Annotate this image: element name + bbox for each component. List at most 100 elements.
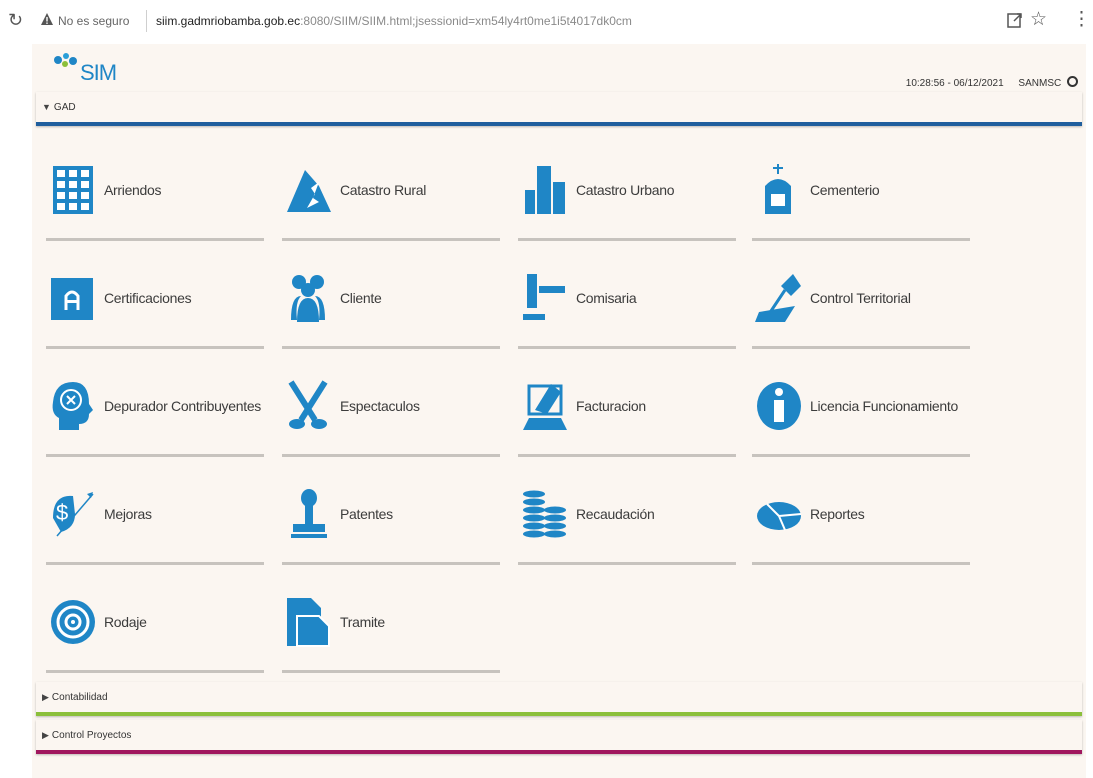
module-tile-mejoras[interactable]: $ Mejoras: [46, 464, 264, 572]
module-tile-reportes[interactable]: Reportes: [752, 464, 970, 572]
module-label: Tramite: [340, 614, 385, 630]
module-tile-patentes[interactable]: Patentes: [282, 464, 500, 572]
grid-building-icon: [53, 166, 93, 214]
datetime: 10:28:56 - 06/12/2021: [905, 78, 1004, 89]
svg-text:$: $: [56, 500, 68, 525]
section-contabilidad: ▶ Contabilidad: [36, 682, 1082, 716]
username[interactable]: SANMSC: [1018, 78, 1061, 89]
divider: [146, 10, 147, 32]
triangle-right-icon: ▶: [42, 730, 49, 740]
module-tile-catastro-urbano[interactable]: Catastro Urbano: [518, 140, 736, 248]
pin-map-icon: [755, 274, 801, 322]
module-tile-comisaria[interactable]: Comisaria: [518, 248, 736, 356]
tile-divider: [282, 454, 500, 457]
sim-logo[interactable]: SIM: [52, 52, 117, 85]
module-label: Recaudación: [576, 506, 655, 522]
module-tile-espectaculos[interactable]: Espectaculos: [282, 356, 500, 464]
section-gad-label: GAD: [53, 102, 76, 113]
pie-chart-icon: [757, 502, 802, 531]
tile-divider: [282, 346, 500, 349]
tile-divider: [518, 238, 736, 241]
tile-divider: [752, 346, 970, 349]
wheel-icon: [51, 600, 95, 644]
power-icon[interactable]: [1067, 76, 1078, 87]
section-contabilidad-label: Contabilidad: [51, 692, 108, 703]
module-tile-tramite[interactable]: Tramite: [282, 572, 500, 680]
tile-divider: [46, 670, 264, 673]
reload-icon[interactable]: ↻: [8, 10, 23, 31]
certificate-icon: [51, 278, 93, 320]
url-host: siim.gadmriobamba.gob.ec: [156, 14, 301, 28]
warning-icon[interactable]: [40, 12, 54, 26]
tile-divider: [46, 346, 264, 349]
module-label: Espectaculos: [340, 398, 420, 414]
section-control-proyectos: ▶ Control Proyectos: [36, 720, 1082, 754]
grave-icon: [765, 164, 791, 214]
module-label: Control Territorial: [810, 290, 911, 306]
module-tile-recaudaci-n[interactable]: Recaudación: [518, 464, 736, 572]
module-tile-cliente[interactable]: Cliente: [282, 248, 500, 356]
tile-divider: [518, 562, 736, 565]
module-label: Cementerio: [810, 182, 880, 198]
module-tile-rodaje[interactable]: Rodaje: [46, 572, 264, 680]
module-label: Certificaciones: [104, 290, 192, 306]
gavel-icon: [523, 274, 565, 320]
section-control-proyectos-header[interactable]: ▶ Control Proyectos: [36, 720, 1082, 750]
more-icon[interactable]: ⋮: [1072, 8, 1091, 31]
share-icon[interactable]: [1006, 11, 1024, 29]
logo-mark-icon: [54, 53, 77, 67]
tile-divider: [752, 454, 970, 457]
logo-text: SIM: [80, 60, 117, 85]
url-field[interactable]: siim.gadmriobamba.gob.ec:8080/SIIM/SIIM.…: [156, 14, 632, 28]
module-label: Reportes: [810, 506, 865, 522]
tile-divider: [282, 670, 500, 673]
module-label: Mejoras: [104, 506, 152, 522]
module-label: Patentes: [340, 506, 393, 522]
head-x-icon: [52, 382, 93, 430]
browser-address-bar: ↻ No es seguro siim.gadmriobamba.gob.ec:…: [0, 0, 1093, 44]
module-label: Depurador Contribuyentes: [104, 398, 262, 414]
security-label[interactable]: No es seguro: [58, 14, 129, 28]
session-info: 10:28:56 - 06/12/2021 SANMSC: [906, 76, 1078, 89]
tile-divider: [282, 238, 500, 241]
skyscraper-icon: [525, 166, 565, 214]
section-gad: ▼ GAD: [36, 92, 1082, 126]
module-label: Facturacion: [576, 398, 646, 414]
module-tile-catastro-rural[interactable]: Catastro Rural: [282, 140, 500, 248]
module-label: Comisaria: [576, 290, 637, 306]
tile-divider: [518, 346, 736, 349]
mountain-icon: [287, 170, 331, 212]
coin-stack-icon: [523, 490, 566, 538]
tile-divider: [46, 562, 264, 565]
module-tile-certificaciones[interactable]: Certificaciones: [46, 248, 264, 356]
stamp-icon: [291, 489, 327, 538]
module-label: Catastro Urbano: [576, 182, 675, 198]
section-contabilidad-header[interactable]: ▶ Contabilidad: [36, 682, 1082, 712]
url-path: :8080/SIIM/SIIM.html;jsessionid=xm54ly4r…: [300, 14, 632, 28]
tile-divider: [518, 454, 736, 457]
module-tile-arriendos[interactable]: Arriendos: [46, 140, 264, 248]
dollar-growth-icon: $: [53, 492, 94, 537]
scissors-icon: [288, 380, 328, 429]
module-tile-facturacion[interactable]: Facturacion: [518, 356, 736, 464]
module-label: Catastro Rural: [340, 182, 427, 198]
tile-divider: [282, 562, 500, 565]
section-gad-header[interactable]: ▼ GAD: [36, 92, 1082, 122]
triangle-down-icon: ▼: [42, 102, 51, 112]
module-label: Cliente: [340, 290, 382, 306]
module-tile-cementerio[interactable]: Cementerio: [752, 140, 970, 248]
bookmark-star-icon[interactable]: ☆: [1030, 8, 1047, 31]
module-label: Licencia Funcionamiento: [810, 398, 958, 414]
app-window: SIM 10:28:56 - 06/12/2021 SANMSC ▼ GAD Ar…: [32, 44, 1086, 778]
module-tile-licencia-funcionamiento[interactable]: Licencia Funcionamiento: [752, 356, 970, 464]
tile-divider: [46, 454, 264, 457]
module-label: Arriendos: [104, 182, 162, 198]
people-icon: [291, 275, 325, 322]
tile-divider: [752, 562, 970, 565]
module-label: Rodaje: [104, 614, 147, 630]
module-tile-control-territorial[interactable]: Control Territorial: [752, 248, 970, 356]
tile-divider: [752, 238, 970, 241]
info-icon: [757, 382, 801, 430]
module-tile-depurador-contribuyentes[interactable]: Depurador Contribuyentes: [46, 356, 264, 464]
invoice-laptop-icon: [523, 384, 567, 430]
